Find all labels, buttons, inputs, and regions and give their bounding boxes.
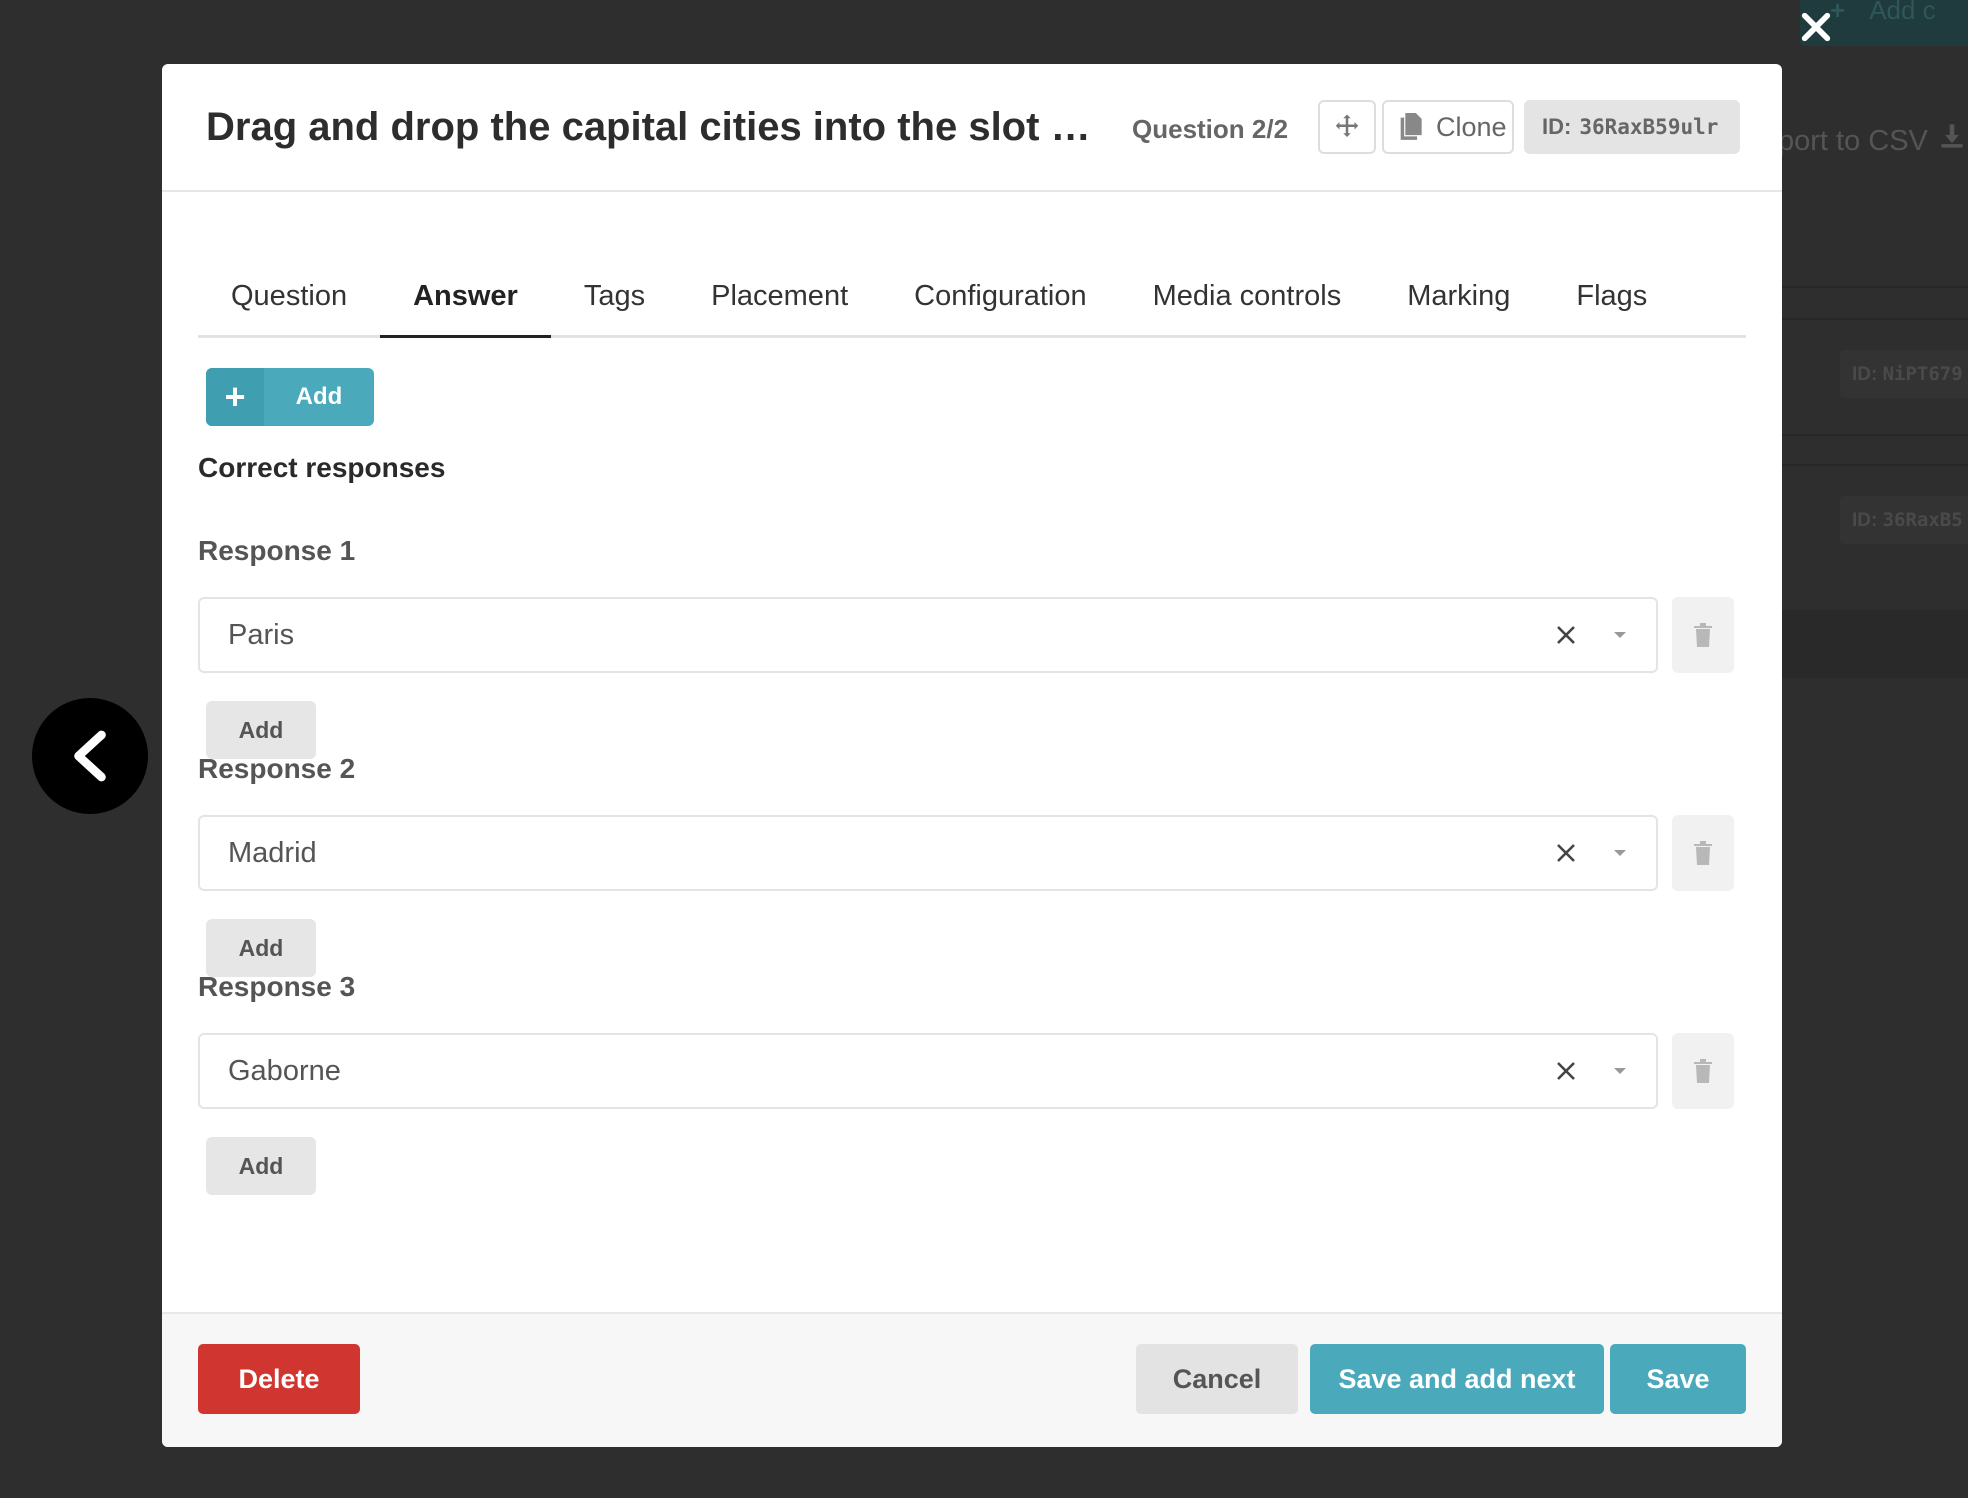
chevron-down-icon[interactable] <box>1600 1051 1640 1091</box>
trash-icon <box>1694 623 1712 647</box>
move-icon <box>1335 114 1359 137</box>
tab-configuration[interactable]: Configuration <box>881 258 1120 338</box>
background-divider <box>1782 464 1968 466</box>
response-value: Gaborne <box>228 1054 341 1087</box>
response-select[interactable]: Paris <box>198 597 1658 673</box>
delete-response-button[interactable] <box>1672 1033 1734 1109</box>
add-response-button[interactable]: + Add <box>206 368 374 426</box>
add-option-button[interactable]: Add <box>206 1137 316 1195</box>
clone-label: Clone <box>1436 111 1507 142</box>
question-editor-modal: Drag and drop the capital cities into th… <box>162 64 1782 1447</box>
delete-response-button[interactable] <box>1672 815 1734 891</box>
modal-title: Drag and drop the capital cities into th… <box>206 104 1096 149</box>
move-button[interactable] <box>1318 100 1376 154</box>
question-count: Question 2/2 <box>1132 114 1289 144</box>
clone-button[interactable]: Clone <box>1382 100 1514 154</box>
response-group: Response 1 Paris Add <box>198 535 1746 759</box>
trash-icon <box>1694 841 1712 865</box>
add-option-button[interactable]: Add <box>206 919 316 977</box>
tab-bar: Question Answer Tags Placement Configura… <box>198 210 1746 338</box>
close-icon[interactable] <box>1796 10 1836 50</box>
response-group: Response 2 Madrid Add <box>198 753 1746 977</box>
chevron-down-icon[interactable] <box>1600 615 1640 655</box>
tab-marking[interactable]: Marking <box>1374 258 1543 338</box>
background-divider <box>1782 286 1968 288</box>
plus-icon: + <box>206 368 264 426</box>
response-value: Madrid <box>228 836 317 869</box>
tab-flags[interactable]: Flags <box>1543 258 1680 338</box>
clear-icon[interactable] <box>1546 833 1586 873</box>
copy-icon <box>1400 113 1422 140</box>
chevron-left-icon <box>74 730 106 782</box>
tab-placement[interactable]: Placement <box>678 258 881 338</box>
response-label: Response 3 <box>198 971 356 1002</box>
delete-button[interactable]: Delete <box>198 1344 360 1414</box>
add-option-button[interactable]: Add <box>206 701 316 759</box>
background-row-band <box>1782 610 1968 678</box>
save-button[interactable]: Save <box>1610 1344 1746 1414</box>
delete-response-button[interactable] <box>1672 597 1734 673</box>
background-divider <box>1782 318 1968 320</box>
save-and-add-next-button[interactable]: Save and add next <box>1310 1344 1604 1414</box>
background-row-id: ID: 36RaxB5 <box>1840 496 1968 544</box>
trash-icon <box>1694 1059 1712 1083</box>
chevron-down-icon[interactable] <box>1600 833 1640 873</box>
background-export-csv: port to CSV <box>1778 122 1966 158</box>
cancel-button[interactable]: Cancel <box>1136 1344 1298 1414</box>
section-title: Correct responses <box>198 452 446 483</box>
response-select[interactable]: Madrid <box>198 815 1658 891</box>
background-row-id: ID: NiPT679 <box>1840 350 1968 398</box>
previous-question-button[interactable] <box>32 698 148 814</box>
clear-icon[interactable] <box>1546 1051 1586 1091</box>
response-value: Paris <box>228 618 295 651</box>
tab-tags[interactable]: Tags <box>551 258 678 338</box>
response-label: Response 1 <box>198 535 356 566</box>
tab-question[interactable]: Question <box>198 258 380 338</box>
clear-icon[interactable] <box>1546 615 1586 655</box>
modal-footer: Delete Cancel Save and add next Save <box>162 1312 1782 1447</box>
response-group: Response 3 Gaborne Add <box>198 971 1746 1195</box>
response-label: Response 2 <box>198 753 356 784</box>
background-divider <box>1782 434 1968 436</box>
tab-answer[interactable]: Answer <box>380 258 551 338</box>
question-id-badge: ID: 36RaxB59ulr <box>1524 100 1740 154</box>
response-select[interactable]: Gaborne <box>198 1033 1658 1109</box>
download-icon <box>1938 122 1966 158</box>
modal-header: Drag and drop the capital cities into th… <box>162 64 1782 192</box>
tab-media-controls[interactable]: Media controls <box>1120 258 1375 338</box>
